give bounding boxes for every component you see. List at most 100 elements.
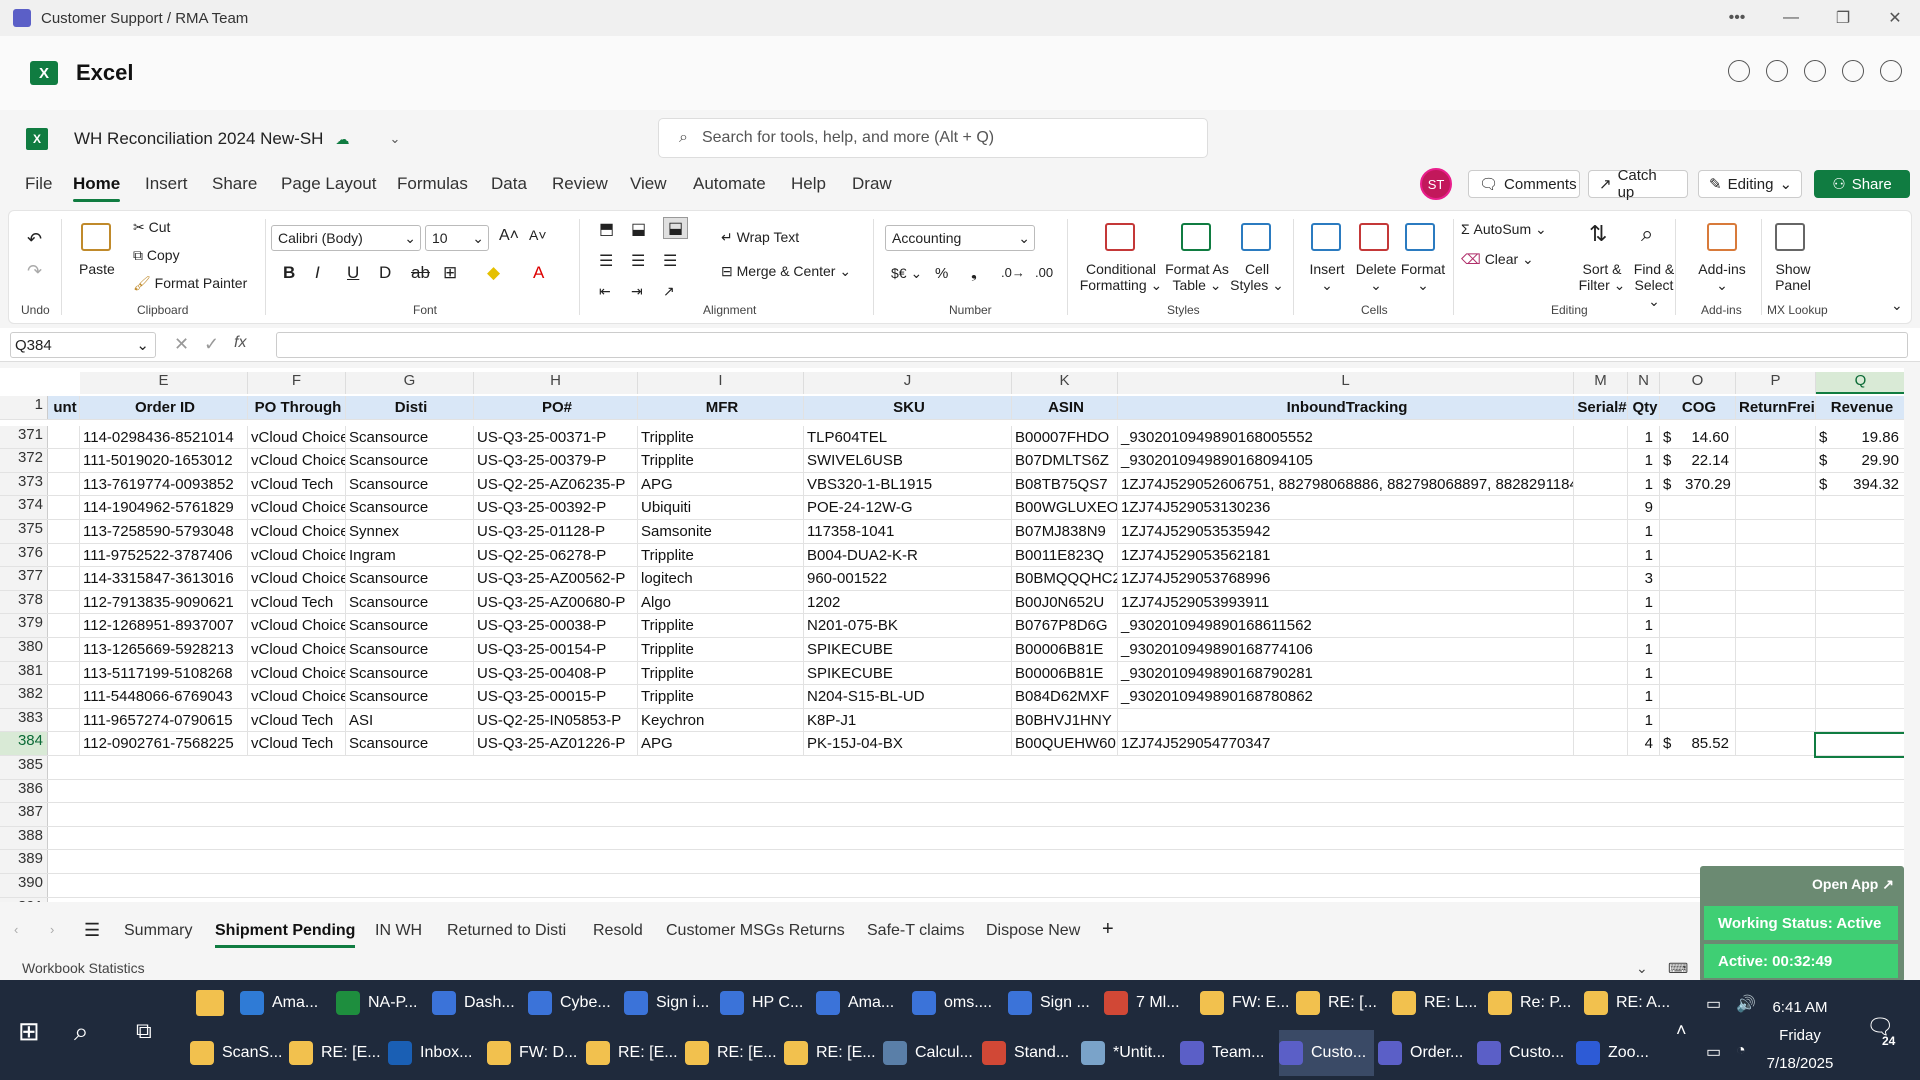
table-cell[interactable]: Tripplite bbox=[638, 449, 804, 472]
add-sheet-icon[interactable]: + bbox=[1102, 918, 1114, 941]
table-cell[interactable]: 113-1265669-5928213 bbox=[80, 638, 248, 661]
taskbar-item[interactable]: ScanS... bbox=[190, 1030, 285, 1076]
table-cell[interactable] bbox=[1660, 496, 1682, 519]
table-cell[interactable] bbox=[48, 708, 80, 732]
sheet-tab-safe-t[interactable]: Safe-T claims bbox=[867, 922, 965, 940]
table-cell[interactable]: US-Q2-25-IN05853-P bbox=[474, 708, 638, 732]
column-title[interactable]: Order ID bbox=[80, 396, 248, 419]
windows-start-icon[interactable]: ⊞ bbox=[18, 1016, 40, 1047]
row-number[interactable]: 1 bbox=[0, 396, 48, 419]
battery-icon[interactable]: ▭ bbox=[1706, 994, 1721, 1014]
sheet-tab-customer-msgs[interactable]: Customer MSGs Returns bbox=[666, 922, 845, 940]
table-cell[interactable]: 1 bbox=[1628, 638, 1660, 661]
table-cell[interactable] bbox=[1682, 543, 1736, 567]
table-cell[interactable] bbox=[1574, 449, 1628, 472]
table-cell[interactable] bbox=[1660, 614, 1682, 637]
taskbar-item[interactable]: Order... bbox=[1378, 1030, 1473, 1076]
paste-icon[interactable] bbox=[81, 223, 111, 251]
sheet-tab-shipment-pending[interactable]: Shipment Pending bbox=[215, 922, 356, 948]
taskbar-item[interactable]: Sign ... bbox=[1008, 980, 1100, 1026]
table-cell[interactable] bbox=[48, 449, 80, 472]
table-cell[interactable]: 85.52 bbox=[1682, 732, 1736, 755]
table-cell[interactable] bbox=[1682, 614, 1736, 637]
table-cell[interactable] bbox=[1838, 496, 1904, 519]
table-cell[interactable] bbox=[1736, 638, 1816, 661]
row-number[interactable]: 390 bbox=[0, 874, 48, 897]
insert-cells-button[interactable]: Insert ⌄ bbox=[1305, 261, 1349, 294]
table-cell[interactable] bbox=[1838, 544, 1904, 567]
table-cell[interactable] bbox=[1736, 496, 1816, 519]
table-cell[interactable]: $ bbox=[1660, 426, 1682, 449]
taskbar-item[interactable]: Ama... bbox=[240, 980, 332, 1026]
sheet-tab-in-wh[interactable]: IN WH bbox=[375, 922, 422, 940]
table-cell[interactable]: _930201094989016800​5552 bbox=[1118, 425, 1574, 449]
taskbar-item[interactable]: 7 Ml... bbox=[1104, 980, 1196, 1026]
table-cell[interactable] bbox=[48, 590, 80, 614]
share-button[interactable]: ⚇ Share bbox=[1814, 170, 1910, 198]
table-cell[interactable] bbox=[1838, 709, 1904, 732]
fx-icon[interactable]: fx bbox=[234, 334, 246, 352]
table-cell[interactable]: PK-15J-04-BX bbox=[804, 732, 1012, 755]
table-cell[interactable]: SPIKECUBE bbox=[804, 661, 1012, 685]
table-cell[interactable]: 114-1904962-5761829 bbox=[80, 496, 248, 519]
open-app-button[interactable]: Open App ↗ bbox=[1812, 876, 1894, 893]
table-cell[interactable] bbox=[1660, 685, 1682, 708]
table-cell[interactable]: vCloud Tech bbox=[248, 472, 346, 496]
comments-button[interactable]: 🗨 Comments bbox=[1468, 170, 1580, 198]
table-cell[interactable]: vCloud Choice bbox=[248, 685, 346, 708]
table-cell[interactable]: B07MJ838N9 bbox=[1012, 520, 1118, 543]
table-cell[interactable]: Scansource bbox=[346, 614, 474, 637]
table-cell[interactable] bbox=[48, 732, 80, 755]
table-cell[interactable]: 1202 bbox=[804, 590, 1012, 614]
table-cell[interactable]: B08TB75QS7 bbox=[1012, 472, 1118, 496]
show-panel-button[interactable]: Show Panel bbox=[1767, 261, 1819, 293]
table-cell[interactable] bbox=[1660, 567, 1682, 590]
table-cell[interactable]: Scansource bbox=[346, 732, 474, 755]
table-cell[interactable] bbox=[1574, 614, 1628, 637]
table-cell[interactable]: 1 bbox=[1628, 425, 1660, 449]
table-cell[interactable]: Scansource bbox=[346, 472, 474, 496]
sheet-tab-returned-to-disti[interactable]: Returned to Disti bbox=[447, 922, 566, 940]
table-cell[interactable] bbox=[1660, 662, 1682, 685]
table-cell[interactable] bbox=[1682, 496, 1736, 519]
tab-home[interactable]: Home bbox=[73, 174, 121, 202]
tab-draw[interactable]: Draw bbox=[852, 174, 892, 194]
table-cell[interactable]: B0011E823Q bbox=[1012, 543, 1118, 567]
table-cell[interactable]: _930201094989016877​4106 bbox=[1118, 638, 1574, 661]
table-cell[interactable]: B00006B81E bbox=[1012, 661, 1118, 685]
table-cell[interactable]: Scansource bbox=[346, 567, 474, 590]
decrease-indent-icon[interactable]: ⇤ bbox=[599, 283, 611, 300]
table-cell[interactable]: TLP604TEL bbox=[804, 425, 1012, 449]
table-cell[interactable]: _930201094989016879​0281 bbox=[1118, 661, 1574, 685]
table-cell[interactable] bbox=[1574, 638, 1628, 661]
taskbar-item[interactable]: RE: [E... bbox=[289, 1030, 384, 1076]
table-cell[interactable]: Scansource bbox=[346, 449, 474, 472]
borders-icon[interactable]: ⊞ bbox=[443, 263, 457, 283]
table-cell[interactable]: US-Q3-25-00392-P bbox=[474, 496, 638, 519]
table-cell[interactable]: Samsonite bbox=[638, 520, 804, 543]
tab-file[interactable]: File bbox=[25, 174, 52, 194]
table-cell[interactable] bbox=[48, 567, 80, 590]
column-header[interactable]: M bbox=[1574, 372, 1628, 394]
table-cell[interactable]: $ bbox=[1660, 473, 1682, 496]
column-header[interactable]: I bbox=[638, 372, 804, 394]
next-sheet-icon[interactable]: › bbox=[50, 922, 54, 937]
font-family-dropdown[interactable]: Calibri (Body) ⌄ bbox=[271, 225, 421, 251]
keyboard-icon[interactable]: ⌨ bbox=[1668, 960, 1688, 977]
column-title[interactable]: InboundTracking bbox=[1118, 396, 1574, 419]
row-number[interactable]: 372 bbox=[0, 449, 48, 472]
table-cell[interactable]: US-Q3-25-00015-P bbox=[474, 685, 638, 708]
align-bottom-icon[interactable]: ⬓ bbox=[663, 217, 689, 239]
table-cell[interactable] bbox=[1574, 685, 1628, 708]
row-number[interactable]: 376 bbox=[0, 543, 48, 567]
column-title[interactable]: Revenue bbox=[1816, 396, 1904, 419]
sheet-tab-resold[interactable]: Resold bbox=[593, 922, 643, 940]
table-cell[interactable]: vCloud Choice bbox=[248, 638, 346, 661]
row-number[interactable]: 378 bbox=[0, 590, 48, 614]
table-cell[interactable] bbox=[1736, 732, 1816, 755]
table-cell[interactable]: Tripplite bbox=[638, 685, 804, 708]
taskbar-item[interactable]: RE: [E... bbox=[784, 1030, 879, 1076]
table-cell[interactable]: B0BHVJ1HNY bbox=[1012, 708, 1118, 732]
table-cell[interactable] bbox=[48, 685, 80, 708]
find-icon[interactable]: ⌕ bbox=[1641, 221, 1653, 247]
